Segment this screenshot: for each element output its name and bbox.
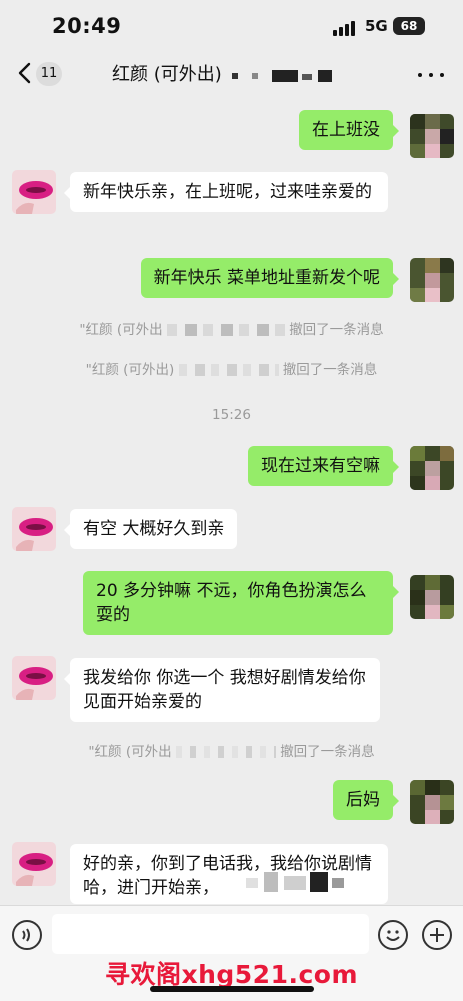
back-button[interactable] — [14, 58, 38, 88]
self-avatar[interactable] — [410, 258, 454, 302]
redacted-mosaic — [175, 746, 276, 758]
recall-notice-text: 撤回了一条消息 — [280, 744, 375, 760]
redacted-mosaic — [166, 324, 285, 336]
message-bubble-outgoing[interactable]: 后妈 — [333, 780, 399, 820]
more-actions-button[interactable] — [422, 920, 452, 950]
emoji-button[interactable] — [378, 920, 408, 950]
recall-notice-text: 撤回了一条消息 — [289, 322, 384, 338]
message-bubble-incoming[interactable]: 我发给你 你选一个 我想好剧情发给你 见面开始亲爱的 — [64, 658, 380, 722]
plus-icon — [430, 928, 444, 942]
contact-avatar[interactable] — [12, 507, 56, 551]
contact-avatar[interactable] — [12, 170, 56, 214]
battery-icon: 68 — [393, 17, 425, 35]
unread-badge[interactable]: 11 — [36, 62, 62, 86]
recall-notice-name: "红颜 (可外出 — [79, 322, 163, 338]
contact-avatar[interactable] — [12, 842, 56, 886]
home-indicator — [150, 986, 314, 992]
recall-notice-text: 撤回了一条消息 — [282, 362, 378, 378]
recall-notice-name: "红颜 (可外出 — [88, 744, 172, 760]
message-bubble-outgoing[interactable]: 在上班没 — [299, 110, 399, 150]
timestamp: 15:26 — [212, 407, 251, 423]
emoji-icon — [386, 930, 400, 941]
more-options-button[interactable] — [418, 70, 446, 80]
self-avatar[interactable] — [410, 780, 454, 824]
network-type: 5G — [365, 17, 388, 35]
self-avatar[interactable] — [410, 446, 454, 490]
signal-icon — [333, 20, 355, 36]
redacted-mosaic — [246, 872, 350, 894]
status-bar: 20:49 5G 68 — [0, 0, 463, 56]
message-input[interactable] — [52, 914, 369, 954]
redacted-mosaic — [232, 70, 350, 84]
message-bubble-incoming[interactable]: 新年快乐亲，在上班呢，过来哇亲爱的 — [64, 172, 388, 212]
contact-avatar[interactable] — [12, 656, 56, 700]
message-bubble-outgoing[interactable]: 现在过来有空嘛 — [248, 446, 399, 486]
recall-notice: "红颜 (可外出 撤回了一条消息 — [0, 318, 463, 338]
status-time: 20:49 — [52, 14, 122, 38]
recall-notice: "红颜 (可外出 撤回了一条消息 — [0, 740, 463, 760]
chat-title[interactable]: 红颜 (可外出) — [112, 60, 222, 86]
voice-input-button[interactable] — [12, 920, 42, 950]
self-avatar[interactable] — [410, 114, 454, 158]
recall-notice-name: "红颜 (可外出) — [85, 362, 175, 378]
redacted-mosaic — [178, 364, 279, 376]
recall-notice: "红颜 (可外出) 撤回了一条消息 — [0, 358, 463, 378]
voice-icon — [22, 928, 30, 942]
chat-header: 11 红颜 (可外出) — [0, 56, 463, 94]
message-bubble-outgoing[interactable]: 20 多分钟嘛 不远，你角色扮演怎么耍的 — [83, 571, 399, 635]
self-avatar[interactable] — [410, 575, 454, 619]
chevron-left-icon — [18, 62, 31, 84]
message-bubble-incoming[interactable]: 有空 大概好久到亲 — [63, 509, 238, 549]
message-bubble-outgoing[interactable]: 新年快乐 菜单地址重新发个呢 — [140, 258, 400, 298]
